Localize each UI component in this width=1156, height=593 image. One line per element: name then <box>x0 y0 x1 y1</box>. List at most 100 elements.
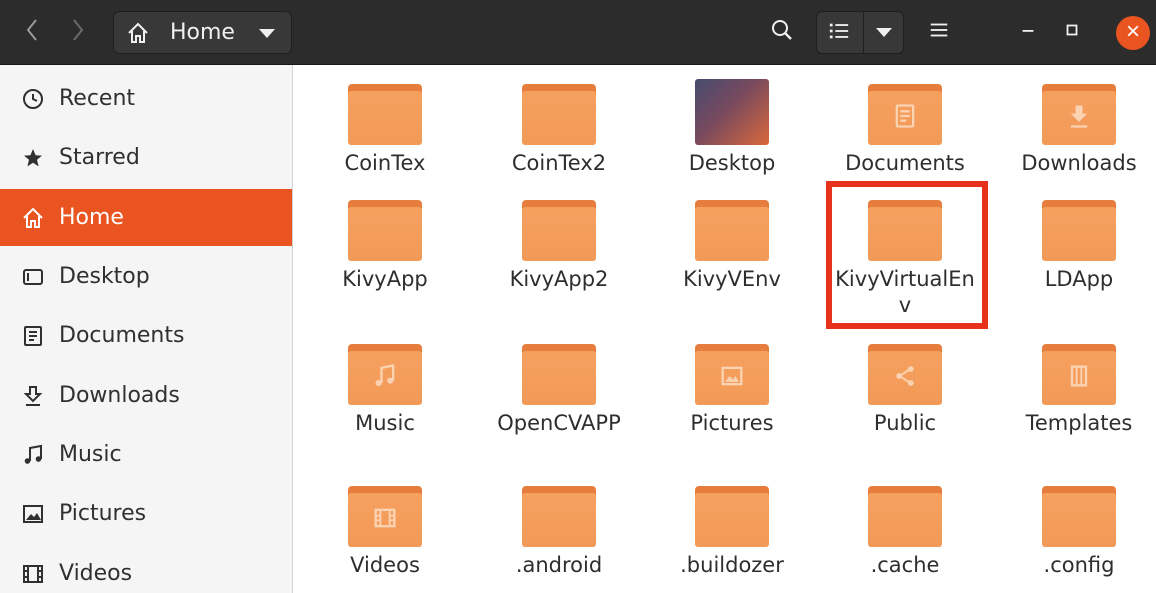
sidebar-item-label: Videos <box>59 561 133 586</box>
list-view-icon <box>828 20 850 46</box>
folder-item[interactable]: Public <box>830 339 980 436</box>
folder-name: Templates <box>1025 411 1133 435</box>
music-icon <box>20 442 46 468</box>
folder-item[interactable]: .cache <box>830 481 980 578</box>
folder-item[interactable]: Downloads <box>1004 79 1154 176</box>
minimize-icon <box>1019 21 1037 43</box>
templates-folder-icon <box>1042 339 1116 405</box>
folder-name: LDApp <box>1044 267 1114 291</box>
view-toggle-group <box>816 11 904 54</box>
sidebar-item-starred[interactable]: Starred <box>0 129 292 186</box>
share-icon <box>891 362 919 394</box>
folder-item[interactable]: .android <box>484 481 634 578</box>
folder-name: .cache <box>870 553 940 577</box>
sidebar-item-recent[interactable]: Recent <box>0 70 292 127</box>
desktop-icon <box>20 264 46 290</box>
file-grid: CoinTex CoinTex2 Desktop Documents Downl… <box>294 65 1156 593</box>
star-icon <box>20 145 46 171</box>
folder-icon <box>522 339 596 405</box>
minimize-button[interactable] <box>1010 14 1046 50</box>
sidebar-item-videos[interactable]: Videos <box>0 545 292 593</box>
folder-item[interactable]: CoinTex <box>310 79 460 176</box>
sidebar-item-downloads[interactable]: Downloads <box>0 367 292 424</box>
path-bar-home[interactable]: Home <box>113 11 292 54</box>
folder-item[interactable]: .buildozer <box>657 481 807 578</box>
sidebar-item-label: Recent <box>59 86 136 111</box>
pictures-folder-icon <box>695 339 769 405</box>
sidebar-item-label: Home <box>59 205 124 230</box>
folder-name: OpenCVAPP <box>497 411 621 435</box>
download-icon <box>1065 102 1093 134</box>
folder-item[interactable]: CoinTex2 <box>484 79 634 176</box>
folder-icon <box>522 79 596 145</box>
folder-item[interactable]: Templates <box>1004 339 1154 436</box>
sidebar-item-pictures[interactable]: Pictures <box>0 485 292 542</box>
folder-name: .android <box>515 553 603 577</box>
folder-name: KivyApp <box>342 267 428 291</box>
clock-icon <box>20 86 46 112</box>
list-view-button[interactable] <box>817 12 861 53</box>
download-icon <box>20 383 46 409</box>
sidebar: Recent Starred Home Desktop Documents Do… <box>0 65 293 593</box>
maximize-button[interactable] <box>1054 14 1090 50</box>
folder-item[interactable]: Music <box>310 339 460 436</box>
view-options-button[interactable] <box>863 12 903 53</box>
chevron-left-icon <box>24 18 40 46</box>
folder-icon <box>522 481 596 547</box>
folder-name: CoinTex <box>344 151 426 175</box>
header-bar: Home <box>0 0 1156 65</box>
folder-item[interactable]: .config <box>1004 481 1154 578</box>
folder-name: CoinTex2 <box>511 151 607 175</box>
sidebar-item-label: Desktop <box>59 264 150 289</box>
folder-name: .buildozer <box>680 553 784 577</box>
folder-name: KivyApp2 <box>509 267 609 291</box>
sidebar-item-desktop[interactable]: Desktop <box>0 248 292 305</box>
folder-icon <box>695 481 769 547</box>
sidebar-item-documents[interactable]: Documents <box>0 307 292 364</box>
folder-item[interactable]: KivyApp2 <box>484 195 634 292</box>
sidebar-item-label: Documents <box>59 323 185 348</box>
sidebar-item-label: Pictures <box>59 501 147 526</box>
folder-item[interactable]: Videos <box>310 481 460 578</box>
hamburger-menu-icon <box>928 19 950 45</box>
home-icon <box>126 21 150 45</box>
music-folder-icon <box>348 339 422 405</box>
close-icon <box>1125 23 1141 43</box>
folder-item[interactable]: Desktop <box>657 79 807 176</box>
folder-name: Music <box>355 411 415 435</box>
downloads-folder-icon <box>1042 79 1116 145</box>
sidebar-item-music[interactable]: Music <box>0 426 292 483</box>
template-icon <box>1065 362 1093 394</box>
document-icon <box>20 323 46 349</box>
public-folder-icon <box>868 339 942 405</box>
chevron-down-icon[interactable] <box>259 29 275 38</box>
folder-name: Desktop <box>688 151 776 175</box>
folder-item[interactable]: LDApp <box>1004 195 1154 292</box>
folder-icon <box>1042 481 1116 547</box>
search-icon <box>770 18 794 46</box>
folder-item[interactable]: OpenCVAPP <box>484 339 634 436</box>
folder-name: Documents <box>845 151 965 175</box>
search-button[interactable] <box>763 12 801 52</box>
close-button[interactable] <box>1116 16 1150 50</box>
document-icon <box>891 102 919 134</box>
folder-icon <box>695 195 769 261</box>
back-button[interactable] <box>12 12 52 52</box>
folder-item[interactable]: Pictures <box>657 339 807 436</box>
folder-icon <box>348 195 422 261</box>
desktop-folder-icon <box>695 79 769 145</box>
folder-name: Videos <box>350 553 420 577</box>
sidebar-item-label: Music <box>59 442 122 467</box>
sidebar-item-home[interactable]: Home <box>0 189 292 246</box>
videos-folder-icon <box>348 481 422 547</box>
home-icon <box>20 205 46 231</box>
folder-name: Public <box>873 411 937 435</box>
folder-item[interactable]: KivyApp <box>310 195 460 292</box>
folder-item[interactable]: KivyVEnv <box>657 195 807 292</box>
path-label: Home <box>170 20 235 45</box>
folder-name: Downloads <box>1021 151 1137 175</box>
forward-button[interactable] <box>58 12 98 52</box>
menu-button[interactable] <box>918 12 960 52</box>
folder-icon <box>868 481 942 547</box>
folder-item[interactable]: Documents <box>830 79 980 176</box>
